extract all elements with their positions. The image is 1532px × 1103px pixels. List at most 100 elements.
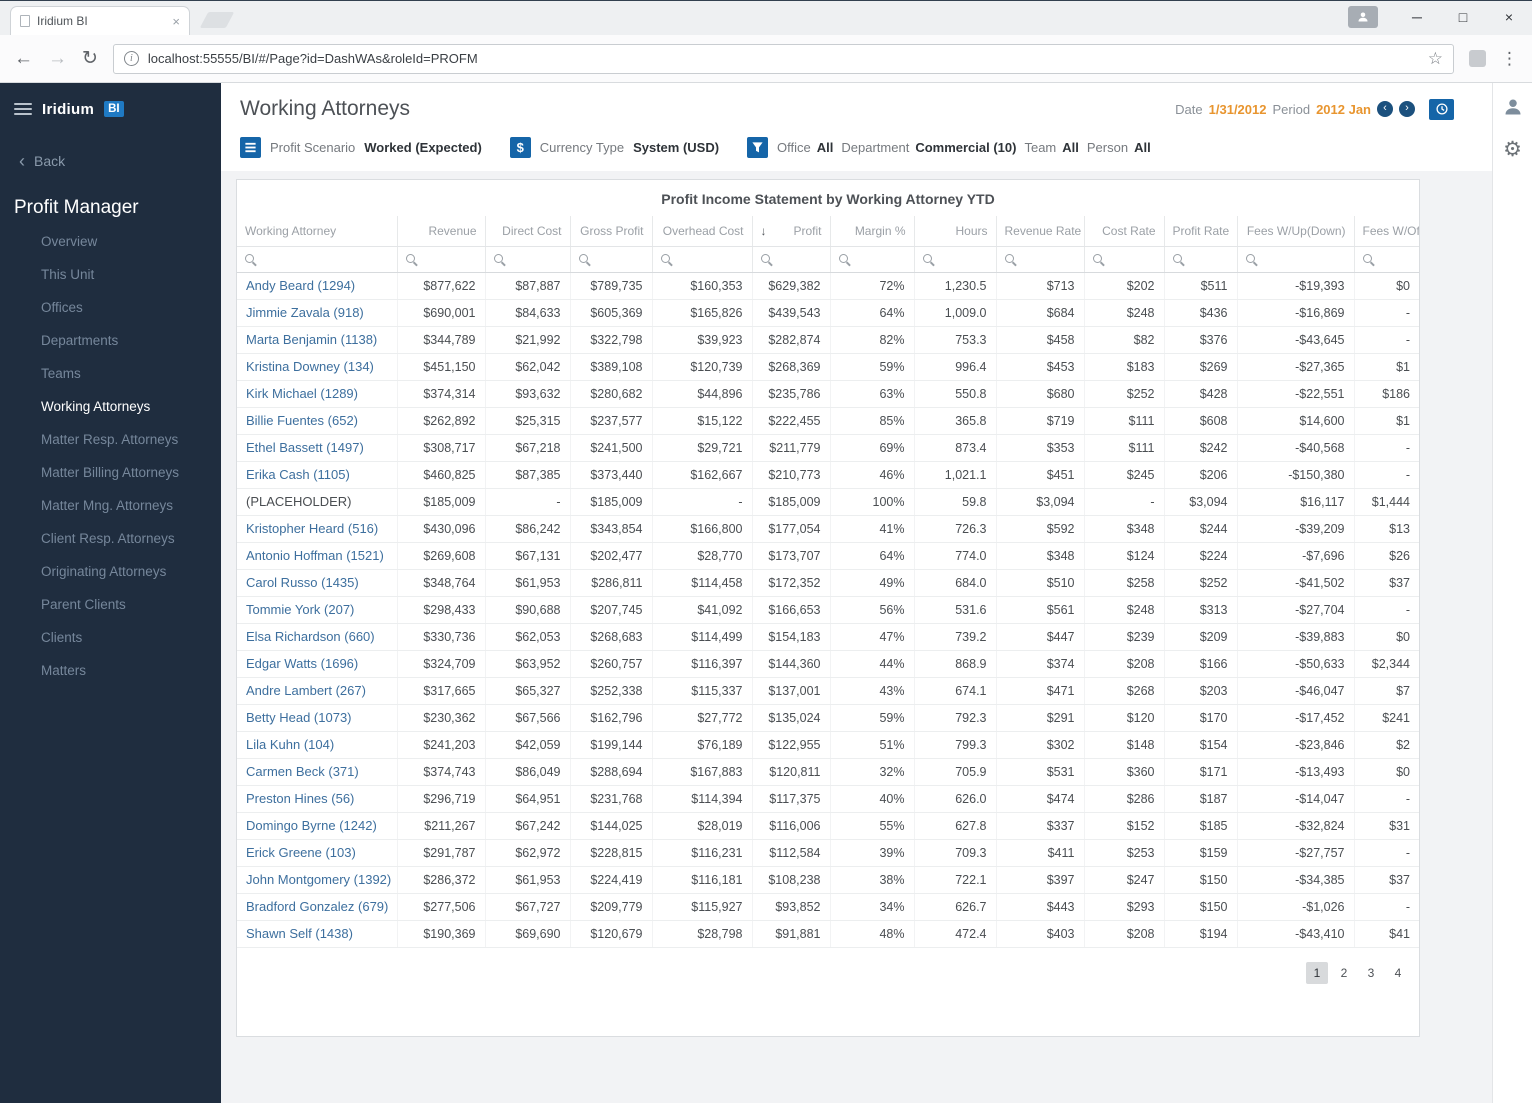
profile-avatar-button[interactable]	[1348, 6, 1378, 28]
column-header-overhead-cost[interactable]: Overhead Cost	[651, 216, 752, 247]
browser-menu-icon[interactable]: ⋮	[1501, 49, 1518, 69]
column-filter-working-attorney[interactable]	[237, 246, 397, 273]
sidebar-item-teams[interactable]: Teams	[0, 357, 221, 390]
column-header-margin[interactable]: Margin %	[829, 216, 914, 247]
filter-search-icon[interactable]	[245, 254, 254, 263]
filter-search-icon[interactable]	[1004, 254, 1014, 263]
sidebar-item-this-unit[interactable]: This Unit	[0, 258, 221, 291]
column-header-gross-profit[interactable]: Gross Profit	[569, 216, 652, 247]
sidebar-item-offices[interactable]: Offices	[0, 291, 221, 324]
column-header-working-attorney[interactable]: Working Attorney	[237, 216, 397, 247]
filter-search-icon[interactable]	[1092, 254, 1102, 263]
attorney-link[interactable]: Erick Greene (103)	[237, 839, 397, 867]
browser-tab[interactable]: Iridium BI ×	[10, 6, 190, 35]
scope-value[interactable]: All	[1134, 140, 1151, 155]
filter-search-icon[interactable]	[1172, 254, 1182, 263]
attorney-link[interactable]: Carol Russo (1435)	[237, 569, 397, 597]
attorney-link[interactable]: Jimmie Zavala (918)	[237, 299, 397, 327]
history-button[interactable]	[1429, 98, 1454, 120]
minimize-button[interactable]: ─	[1394, 3, 1440, 31]
column-filter-margin[interactable]	[829, 246, 914, 273]
sidebar-item-overview[interactable]: Overview	[0, 225, 221, 258]
pagination-page-4[interactable]: 4	[1387, 962, 1409, 984]
browser-refresh-button[interactable]: ↻	[82, 49, 98, 68]
column-filter-revenue-rate[interactable]	[995, 246, 1084, 273]
filter-search-icon[interactable]	[838, 254, 848, 263]
attorney-link[interactable]: Kirk Michael (1289)	[237, 380, 397, 408]
site-info-icon[interactable]: i	[123, 51, 139, 66]
column-header-fees-w-up-down[interactable]: Fees W/Up(Down)	[1236, 216, 1354, 247]
browser-forward-button[interactable]: →	[48, 49, 67, 68]
attorney-link[interactable]: Andy Beard (1294)	[237, 272, 397, 300]
period-prev-button[interactable]: ‹	[1377, 101, 1393, 117]
pagination-page-3[interactable]: 3	[1360, 962, 1382, 984]
attorney-link[interactable]: Tommie York (207)	[237, 596, 397, 624]
sidebar-item-working-attorneys[interactable]: Working Attorneys	[0, 390, 221, 423]
sidebar-item-matters[interactable]: Matters	[0, 654, 221, 687]
scenario-value[interactable]: Worked (Expected)	[364, 140, 482, 155]
attorney-link[interactable]: Kristina Downey (134)	[237, 353, 397, 381]
column-header-direct-cost[interactable]: Direct Cost	[484, 216, 570, 247]
filter-search-icon[interactable]	[405, 254, 415, 263]
sidebar-item-matter-resp-attorneys[interactable]: Matter Resp. Attorneys	[0, 423, 221, 456]
new-tab-button[interactable]	[199, 12, 235, 28]
attorney-link[interactable]: John Montgomery (1392)	[237, 866, 397, 894]
column-filter-fees-w-off[interactable]	[1353, 246, 1419, 273]
maximize-button[interactable]: □	[1440, 3, 1486, 31]
filter-search-icon[interactable]	[760, 254, 770, 263]
scope-value[interactable]: All	[1062, 140, 1079, 155]
attorney-link[interactable]: Andre Lambert (267)	[237, 677, 397, 705]
attorney-link[interactable]: Edgar Watts (1696)	[237, 650, 397, 678]
attorney-link[interactable]: Domingo Byrne (1242)	[237, 812, 397, 840]
filter-search-icon[interactable]	[922, 254, 932, 263]
attorney-link[interactable]: Antonio Hoffman (1521)	[237, 542, 397, 570]
column-filter-profit-rate[interactable]	[1163, 246, 1237, 273]
attorney-link[interactable]: Kristopher Heard (516)	[237, 515, 397, 543]
column-filter-revenue[interactable]	[396, 246, 485, 273]
pagination-page-1[interactable]: 1	[1306, 961, 1328, 984]
attorney-link[interactable]: Lila Kuhn (104)	[237, 731, 397, 759]
column-header-cost-rate[interactable]: Cost Rate	[1083, 216, 1164, 247]
column-header-revenue[interactable]: Revenue	[396, 216, 485, 247]
filter-search-icon[interactable]	[1245, 254, 1255, 263]
attorney-link[interactable]: Carmen Beck (371)	[237, 758, 397, 786]
filter-search-icon[interactable]	[660, 254, 670, 263]
currency-value[interactable]: System (USD)	[633, 140, 719, 155]
sidebar-back-button[interactable]: ‹ Back	[0, 152, 221, 170]
extension-icon[interactable]	[1469, 50, 1486, 67]
attorney-link[interactable]: Ethel Bassett (1497)	[237, 434, 397, 462]
column-filter-overhead-cost[interactable]	[651, 246, 752, 273]
column-header-revenue-rate[interactable]: Revenue Rate	[995, 216, 1084, 247]
scope-value[interactable]: All	[817, 140, 834, 155]
column-filter-cost-rate[interactable]	[1083, 246, 1164, 273]
attorney-link[interactable]: Bradford Gonzalez (679)	[237, 893, 397, 921]
column-filter-gross-profit[interactable]	[569, 246, 652, 273]
attorney-link[interactable]: Betty Head (1073)	[237, 704, 397, 732]
column-filter-fees-w-up-down[interactable]	[1236, 246, 1354, 273]
filter-search-icon[interactable]	[578, 254, 588, 263]
settings-gear-button[interactable]: ⚙	[1503, 139, 1522, 160]
filter-search-icon[interactable]	[493, 254, 503, 263]
attorney-link[interactable]: Billie Fuentes (652)	[237, 407, 397, 435]
user-account-button[interactable]	[1503, 97, 1523, 122]
sidebar-item-matter-mng-attorneys[interactable]: Matter Mng. Attorneys	[0, 489, 221, 522]
sidebar-item-departments[interactable]: Departments	[0, 324, 221, 357]
column-filter-profit[interactable]	[751, 246, 830, 273]
filter-search-icon[interactable]	[1362, 254, 1372, 263]
period-value[interactable]: 2012 Jan	[1316, 102, 1371, 117]
column-filter-direct-cost[interactable]	[484, 246, 570, 273]
close-button[interactable]: ×	[1486, 3, 1532, 31]
period-next-button[interactable]: ›	[1399, 101, 1415, 117]
address-bar[interactable]: i localhost:55555/BI/#/Page?id=DashWAs&r…	[112, 43, 1454, 74]
pagination-page-2[interactable]: 2	[1333, 962, 1355, 984]
hamburger-menu-icon[interactable]	[14, 103, 32, 115]
sidebar-item-matter-billing-attorneys[interactable]: Matter Billing Attorneys	[0, 456, 221, 489]
sidebar-item-parent-clients[interactable]: Parent Clients	[0, 588, 221, 621]
tab-close-icon[interactable]: ×	[172, 14, 180, 29]
url-text[interactable]: localhost:55555/BI/#/Page?id=DashWAs&rol…	[148, 51, 1419, 66]
column-header-profit-rate[interactable]: Profit Rate	[1163, 216, 1237, 247]
attorney-link[interactable]: Erika Cash (1105)	[237, 461, 397, 489]
sidebar-item-clients[interactable]: Clients	[0, 621, 221, 654]
attorney-link[interactable]: Shawn Self (1438)	[237, 920, 397, 948]
scope-value[interactable]: Commercial (10)	[915, 140, 1016, 155]
